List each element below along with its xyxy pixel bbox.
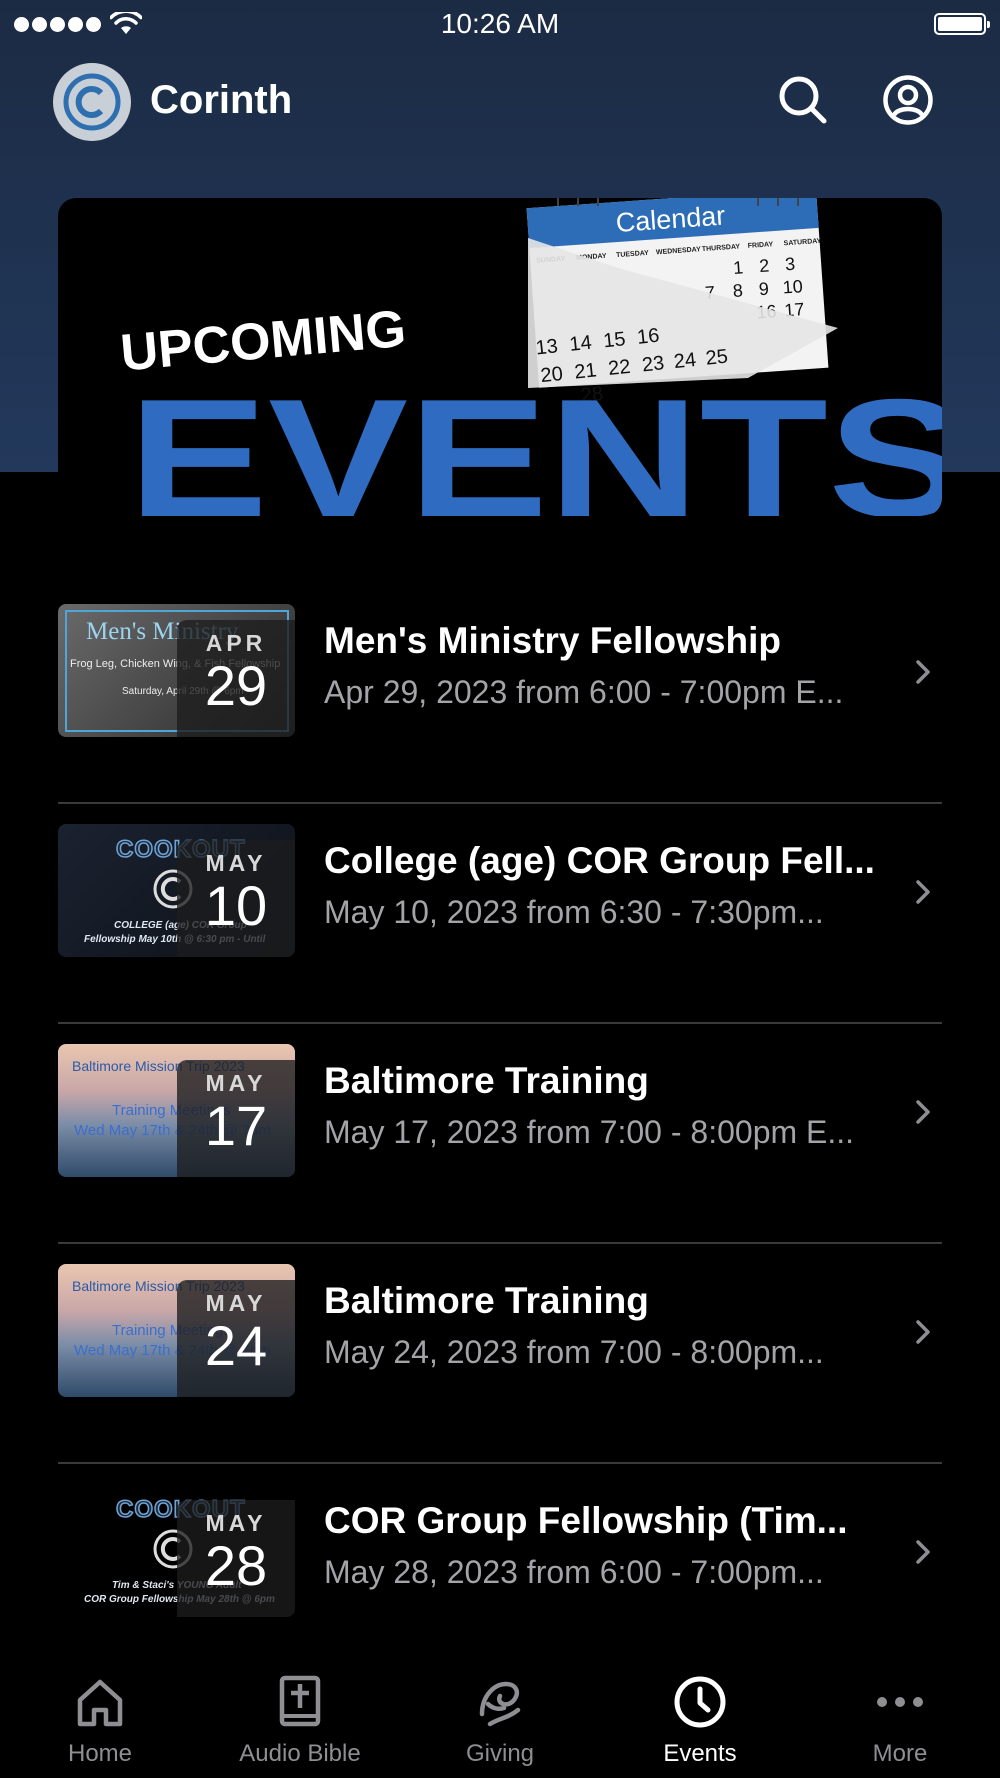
- status-time: 10:26 AM: [440, 8, 560, 39]
- event-thumbnail: COOKOUT COLLEGE (age) COR Group Fellowsh…: [58, 824, 295, 957]
- app-title: Corinth: [150, 78, 293, 122]
- date-badge: MAY 24: [177, 1280, 295, 1397]
- chevron-right-icon: [916, 1100, 930, 1124]
- event-row[interactable]: Baltimore Mission Trip 2023 Training Mee…: [0, 1244, 1000, 1464]
- event-day: 29: [204, 654, 268, 717]
- event-title: Baltimore Training: [324, 1280, 649, 1321]
- event-thumbnail: Men's Ministry Frog Leg, Chicken Wing, &…: [58, 604, 295, 737]
- date-badge: MAY 17: [177, 1060, 295, 1177]
- tab-label: Events: [663, 1740, 737, 1767]
- banner-image: Calendar SUNDAYMONDAYTUESDAYWEDNESDAYTHU…: [118, 198, 942, 516]
- event-month: MAY: [205, 1070, 267, 1096]
- event-day: 17: [204, 1094, 268, 1157]
- date-badge: MAY 28: [177, 1500, 295, 1617]
- user-circle-icon: [883, 75, 933, 125]
- event-day: 24: [204, 1314, 268, 1377]
- svg-text:14: 14: [568, 332, 592, 356]
- date-badge: MAY 10: [177, 840, 295, 957]
- banner-events-text: EVENTS: [128, 364, 942, 516]
- chevron-right-icon: [916, 1540, 930, 1564]
- more-icon: [877, 1697, 923, 1707]
- status-bar: 10:26 AM: [0, 0, 1000, 50]
- app-header: Corinth: [0, 60, 1000, 142]
- svg-text:1: 1: [733, 257, 744, 278]
- event-row[interactable]: Baltimore Mission Trip 2023 Training Mee…: [0, 1024, 1000, 1244]
- chevron-right-icon: [916, 1320, 930, 1344]
- chevron-right-icon: [916, 880, 930, 904]
- upcoming-events-banner: Calendar SUNDAYMONDAYTUESDAYWEDNESDAYTHU…: [58, 198, 942, 516]
- search-button[interactable]: [775, 72, 831, 128]
- tab-audio-bible[interactable]: Audio Bible: [200, 1658, 400, 1778]
- event-title: COR Group Fellowship (Tim...: [324, 1500, 848, 1541]
- tab-giving[interactable]: Giving: [400, 1658, 600, 1778]
- tab-bar: Home Audio Bible Giving Events More: [0, 1658, 1000, 1778]
- event-month: APR: [205, 630, 267, 656]
- event-thumbnail: COOKOUT Tim & Staci's YOUNG Adult COR Gr…: [58, 1484, 295, 1617]
- event-datetime: May 10, 2023 from 6:30 - 7:30pm...: [324, 894, 824, 930]
- svg-text:16: 16: [636, 325, 660, 349]
- event-thumbnail: Baltimore Mission Trip 2023 Training Mee…: [58, 1264, 295, 1397]
- event-title: Baltimore Training: [324, 1060, 649, 1101]
- event-datetime: Apr 29, 2023 from 6:00 - 7:00pm E...: [324, 674, 844, 710]
- event-thumbnail: Baltimore Mission Trip 2023 Training Mee…: [58, 1044, 295, 1177]
- event-month: MAY: [205, 1510, 267, 1536]
- search-icon: [779, 76, 827, 124]
- tab-label: Audio Bible: [239, 1740, 361, 1767]
- svg-text:3: 3: [784, 254, 795, 275]
- giving-icon: [479, 1681, 521, 1727]
- events-list: Men's Ministry Frog Leg, Chicken Wing, &…: [0, 584, 1000, 1684]
- chevron-right-icon: [916, 660, 930, 684]
- tab-label: Giving: [465, 1740, 535, 1767]
- profile-button[interactable]: [880, 72, 936, 128]
- tab-label: More: [872, 1740, 928, 1767]
- event-datetime: May 24, 2023 from 7:00 - 8:00pm...: [324, 1334, 824, 1370]
- event-datetime: May 28, 2023 from 6:00 - 7:00pm...: [324, 1554, 824, 1590]
- tab-label: Home: [67, 1740, 133, 1767]
- svg-text:9: 9: [758, 279, 769, 300]
- event-day: 28: [204, 1534, 268, 1597]
- clock-icon: [674, 1676, 726, 1728]
- event-row[interactable]: COOKOUT Tim & Staci's YOUNG Adult COR Gr…: [0, 1464, 1000, 1684]
- svg-text:2: 2: [758, 255, 769, 276]
- event-month: MAY: [205, 850, 267, 876]
- church-logo[interactable]: [53, 63, 131, 141]
- event-row[interactable]: COOKOUT COLLEGE (age) COR Group Fellowsh…: [0, 804, 1000, 1024]
- tab-home[interactable]: Home: [0, 1658, 200, 1778]
- svg-text:13: 13: [535, 335, 559, 359]
- event-day: 10: [204, 874, 268, 937]
- date-badge: APR 29: [177, 620, 295, 737]
- svg-text:10: 10: [782, 276, 803, 297]
- battery-icon: [934, 13, 990, 35]
- event-title: College (age) COR Group Fell...: [324, 840, 875, 881]
- event-title: Men's Ministry Fellowship: [324, 620, 781, 661]
- tab-events[interactable]: Events: [600, 1658, 800, 1778]
- svg-text:8: 8: [732, 280, 743, 301]
- svg-text:15: 15: [602, 328, 626, 352]
- bible-icon: [279, 1675, 321, 1727]
- event-row[interactable]: Men's Ministry Frog Leg, Chicken Wing, &…: [0, 584, 1000, 804]
- church-logo-icon: [63, 73, 121, 131]
- event-datetime: May 17, 2023 from 7:00 - 8:00pm E...: [324, 1114, 855, 1150]
- event-month: MAY: [205, 1290, 267, 1316]
- tab-more[interactable]: More: [800, 1658, 1000, 1778]
- home-icon: [77, 1679, 123, 1727]
